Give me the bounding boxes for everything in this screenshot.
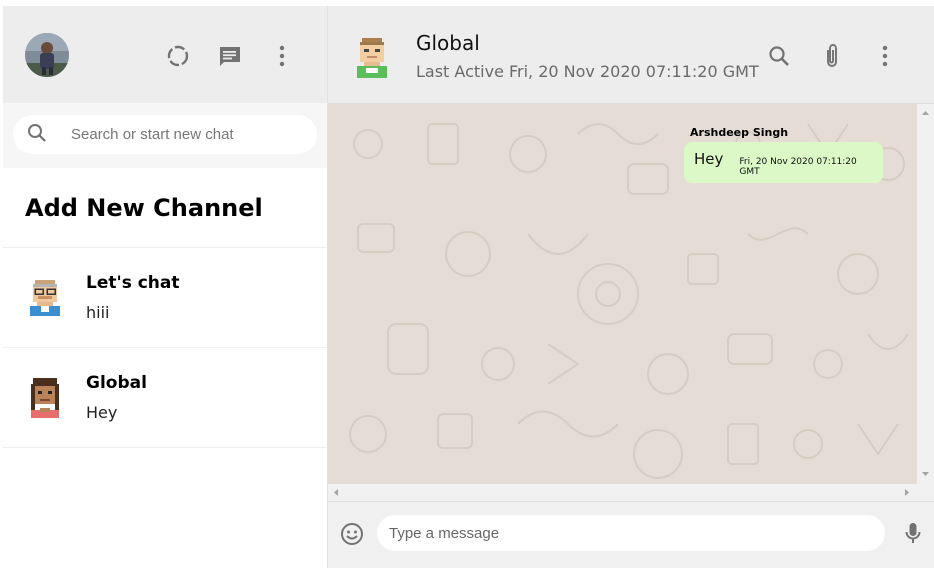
room-last-active: Last Active Fri, 20 Nov 2020 07:11:20 GM… (416, 62, 759, 81)
chat-item-global[interactable]: Global Hey (3, 348, 327, 448)
horizontal-scrollbar[interactable] (328, 484, 934, 501)
chat-bubble-icon[interactable] (215, 41, 245, 71)
add-new-channel-label: Add New Channel (25, 193, 263, 222)
chat-name: Global (86, 373, 147, 393)
message-text: Hey (694, 150, 724, 168)
status-circle-icon[interactable] (163, 41, 193, 71)
smiley-icon[interactable] (340, 522, 364, 550)
room-title: Global (416, 31, 480, 55)
microphone-icon[interactable] (904, 521, 922, 549)
sidebar: Add New Channel Let's chat hiii (3, 6, 328, 568)
message-bubble[interactable]: Hey Fri, 20 Nov 2020 07:11:20 GMT (684, 142, 883, 183)
chat-item-lets-chat[interactable]: Let's chat hiii (3, 248, 327, 348)
sidebar-search-container (3, 103, 327, 168)
search-icon (27, 123, 47, 147)
message-timestamp: Fri, 20 Nov 2020 07:11:20 GMT (739, 157, 857, 177)
sidebar-header (3, 6, 327, 103)
chat-last-message: Hey (86, 403, 118, 422)
user-avatar[interactable] (25, 33, 69, 77)
add-new-channel-button[interactable]: Add New Channel (3, 168, 327, 248)
more-vert-icon[interactable] (870, 41, 900, 71)
paperclip-icon[interactable] (817, 41, 847, 71)
more-vert-icon[interactable] (267, 41, 297, 71)
message-composer (328, 501, 934, 568)
message-outgoing: Arshdeep Singh Hey Fri, 20 Nov 2020 07:1… (684, 126, 883, 183)
room-avatar-icon (30, 279, 60, 316)
app-window: Add New Channel Let's chat hiii (3, 6, 934, 568)
message-input[interactable] (377, 515, 885, 551)
vertical-scrollbar[interactable] (917, 104, 934, 485)
message-sender: Arshdeep Singh (690, 126, 789, 139)
chat-panel: Global Last Active Fri, 20 Nov 2020 07:1… (328, 6, 934, 568)
chat-last-message: hiii (86, 303, 110, 322)
chat-name: Let's chat (86, 273, 180, 293)
search-box (13, 115, 317, 154)
chat-header: Global Last Active Fri, 20 Nov 2020 07:1… (328, 6, 934, 104)
message-list[interactable]: Arshdeep Singh Hey Fri, 20 Nov 2020 07:1… (328, 104, 934, 501)
room-avatar[interactable] (352, 36, 392, 80)
search-icon[interactable] (764, 41, 794, 71)
room-avatar-icon (31, 377, 59, 418)
search-input[interactable] (71, 126, 291, 143)
